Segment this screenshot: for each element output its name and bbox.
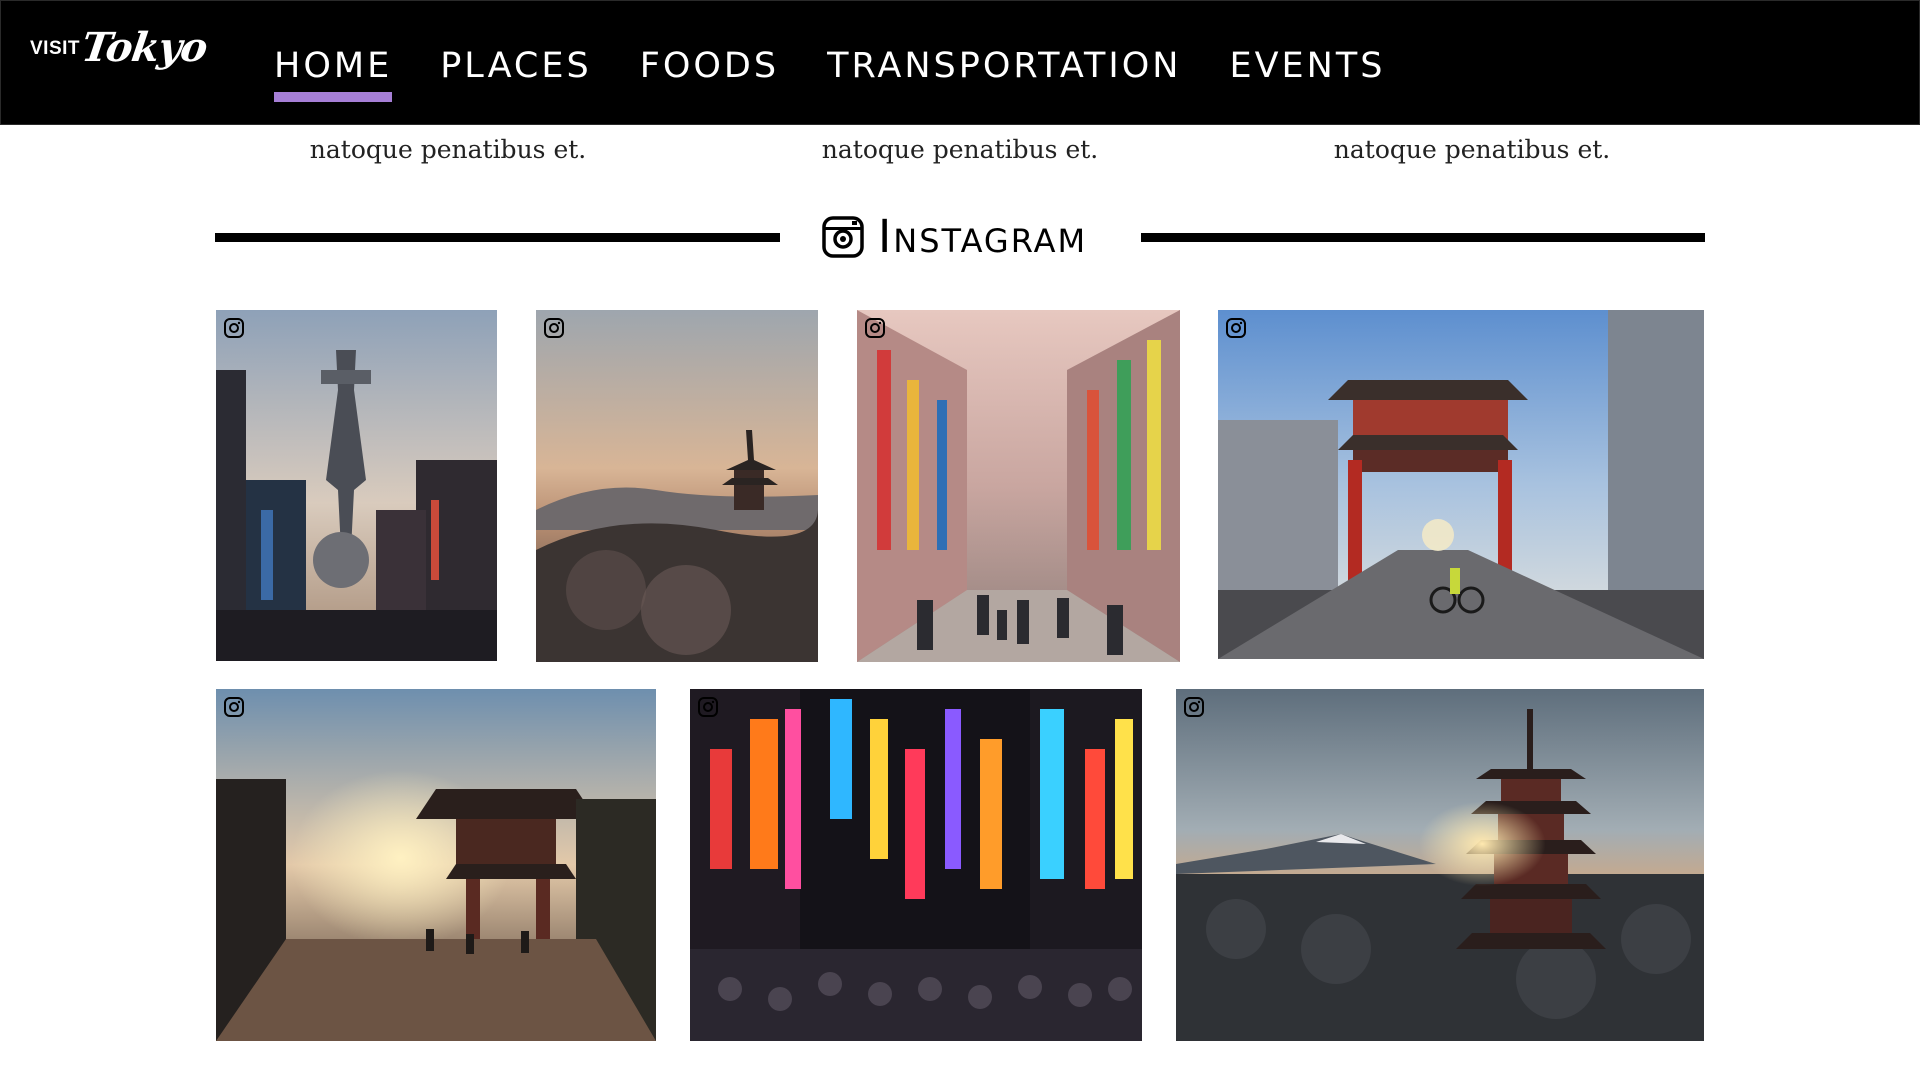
instagram-photo-5[interactable] <box>216 689 656 1041</box>
nav-foods[interactable]: FOODS <box>640 44 779 98</box>
instagram-photo-1[interactable] <box>216 310 497 661</box>
tsutenkaku-tower-street-image <box>216 310 497 661</box>
instagram-photo-6[interactable] <box>690 689 1142 1041</box>
instagram-heading: Instagram <box>822 212 1087 262</box>
instagram-icon <box>224 697 244 717</box>
instagram-photo-7[interactable] <box>1176 689 1704 1041</box>
logo-visit-text: VISIT <box>30 38 81 59</box>
instagram-icon <box>822 216 864 258</box>
instagram-icon <box>1226 318 1246 338</box>
neon-night-street-image <box>690 689 1142 1041</box>
instagram-title: Instagram <box>878 210 1088 263</box>
column-text-line: natoque penatibus et. <box>821 135 1099 164</box>
pagoda-sunset-hills-image <box>536 310 818 662</box>
nav-events[interactable]: EVENTS <box>1229 44 1385 98</box>
instagram-icon <box>544 318 564 338</box>
instagram-icon <box>224 318 244 338</box>
instagram-photo-2[interactable] <box>536 310 818 662</box>
feature-column-text-3: dolor. Aenean massa. Cum sociis natoque … <box>1216 95 1728 170</box>
feature-column-text-2: dolor. Aenean massa. Cum sociis natoque … <box>704 95 1216 170</box>
column-text-line: natoque penatibus et. <box>309 135 587 164</box>
nav-transportation[interactable]: TRANSPORTATION <box>827 44 1181 98</box>
nav-home[interactable]: HOME <box>274 44 393 102</box>
instagram-photo-4[interactable] <box>1218 310 1704 659</box>
section-divider-left <box>215 233 780 242</box>
instagram-icon <box>1184 697 1204 717</box>
logo-tokyo-text: Tokyo <box>78 24 210 71</box>
column-text-line: natoque penatibus et. <box>1333 135 1611 164</box>
instagram-icon <box>865 318 885 338</box>
instagram-icon <box>698 697 718 717</box>
feature-column-text-1: dolor. Aenean massa. Cum sociis natoque … <box>192 95 704 170</box>
main-nav-top: HOME PLACES FOODS TRANSPORTATION EVENTS <box>274 44 1433 102</box>
pagoda-mount-fuji-image <box>1176 689 1704 1041</box>
section-divider-right <box>1141 233 1705 242</box>
chinatown-gate-cyclist-image <box>1218 310 1704 659</box>
temple-gate-sunset-image <box>216 689 656 1041</box>
nav-places[interactable]: PLACES <box>440 44 592 98</box>
busy-shopping-street-image <box>857 310 1180 662</box>
instagram-photo-3[interactable] <box>857 310 1180 662</box>
